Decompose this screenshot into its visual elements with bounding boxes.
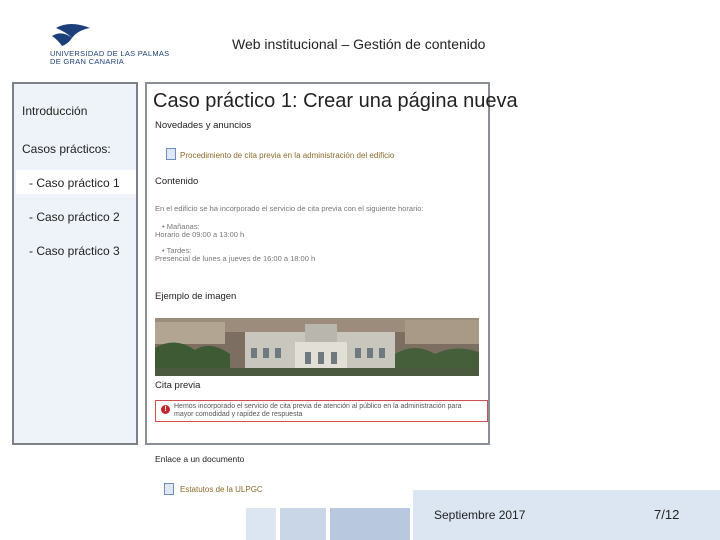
building-photo: [155, 318, 479, 376]
alert-icon: !: [161, 405, 170, 414]
document-icon: [164, 483, 174, 495]
document-link[interactable]: Estatutos de la ULPGC: [180, 485, 263, 494]
page-title: Caso práctico 1: Crear una página nueva: [153, 90, 518, 112]
sidebar: Introducción Casos prácticos: - Caso prá…: [12, 82, 138, 445]
footer-block: [246, 508, 276, 540]
footer-date: Septiembre 2017: [434, 508, 526, 522]
image-heading: Ejemplo de imagen: [155, 291, 237, 302]
sidebar-item-case-3[interactable]: - Caso práctico 3: [29, 244, 120, 258]
footer-block: [330, 508, 410, 540]
page-number: 7/12: [654, 507, 680, 522]
embedded-screenshot: Novedades y anuncios Procedimiento de ci…: [152, 118, 492, 498]
university-name: UNIVERSIDAD DE LAS PALMAS DE GRAN CANARI…: [50, 49, 170, 66]
alert-text: Hemos incorporado el servicio de cita pr…: [174, 403, 462, 418]
afternoon-text: Presencial de lunes a jueves de 16:00 a …: [155, 254, 316, 263]
content-heading: Contenido: [155, 176, 199, 187]
sidebar-item-case-1[interactable]: - Caso práctico 1: [29, 176, 120, 190]
sidebar-item-introduction[interactable]: Introducción: [22, 104, 87, 118]
document-icon: [166, 148, 176, 160]
footer-block: [280, 508, 326, 540]
sidebar-item-case-2[interactable]: - Caso práctico 2: [29, 210, 120, 224]
news-link[interactable]: Procedimiento de cita previa en la admin…: [180, 151, 394, 160]
news-heading: Novedades y anuncios: [155, 120, 252, 131]
header-title: Web institucional – Gestión de contenido: [232, 36, 486, 52]
morning-text: Horario de 09:00 a 13:00 h: [155, 230, 245, 239]
alert-box: ! Hemos incorporado el servicio de cita …: [155, 400, 488, 422]
appointment-heading: Cita previa: [155, 380, 201, 391]
link-heading: Enlace a un documento: [155, 454, 245, 464]
sidebar-cases-heading: Casos prácticos:: [22, 142, 111, 156]
content-intro: En el edificio se ha incorporado el serv…: [155, 204, 424, 213]
